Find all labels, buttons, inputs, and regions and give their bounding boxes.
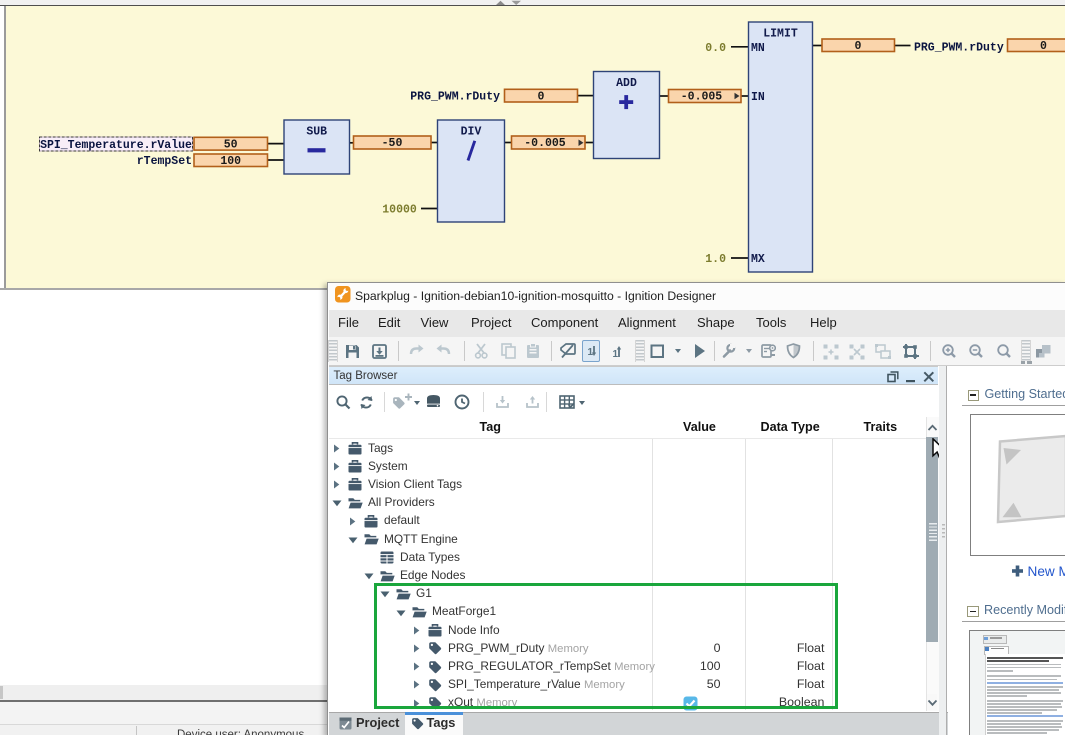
svg-text:MN: MN	[751, 42, 765, 55]
svg-text:50: 50	[224, 139, 238, 152]
svg-text:IN: IN	[751, 91, 765, 104]
svg-text:MX: MX	[751, 253, 765, 266]
svg-text:100: 100	[220, 155, 241, 168]
svg-text:0: 0	[855, 40, 862, 53]
svg-text:DIV: DIV	[461, 126, 482, 139]
svg-text:0.0: 0.0	[705, 42, 726, 55]
svg-text:0: 0	[1040, 40, 1047, 53]
svg-text:LIMIT: LIMIT	[763, 28, 798, 41]
svg-text:PRG_PWM.rDuty: PRG_PWM.rDuty	[410, 91, 500, 104]
svg-text:10000: 10000	[382, 204, 417, 217]
svg-text:0: 0	[538, 90, 545, 103]
svg-text:ADD: ADD	[616, 77, 637, 90]
svg-text:SPI_Temperature.rValue: SPI_Temperature.rValue	[40, 139, 192, 152]
svg-text:SUB: SUB	[306, 126, 327, 139]
svg-text:1: 1	[613, 349, 619, 359]
svg-text:-0.005: -0.005	[681, 91, 723, 104]
svg-text:rTempSet: rTempSet	[137, 155, 192, 168]
svg-text:1.0: 1.0	[705, 253, 726, 266]
svg-text:-50: -50	[382, 137, 403, 150]
svg-text:-0.005: -0.005	[524, 137, 566, 150]
svg-text:PRG_PWM.rDuty: PRG_PWM.rDuty	[914, 42, 1004, 55]
